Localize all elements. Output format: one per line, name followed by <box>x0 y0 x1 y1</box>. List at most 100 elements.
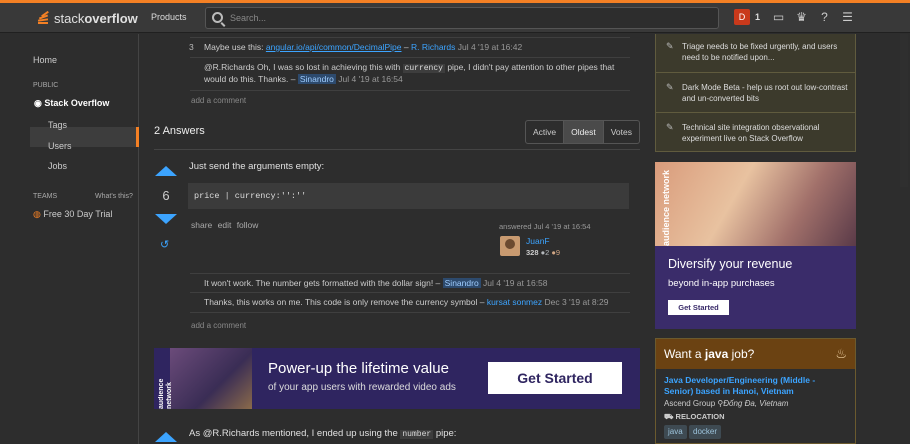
meta-notice[interactable]: ✎ Dark Mode Beta - help us root out low-c… <box>655 72 856 112</box>
comment-time: Dec 3 '19 at 8:29 <box>542 297 609 307</box>
comment-divider <box>190 57 630 58</box>
comment-time: Jul 4 '19 at 16:58 <box>480 278 548 288</box>
ad-banner-cta[interactable]: Get Started <box>488 362 622 394</box>
vote-count: 6 <box>162 188 170 203</box>
downvote-button[interactable] <box>155 214 177 224</box>
answer-user-rep: 328 ●2 ●9 <box>526 248 560 257</box>
nav-active-indicator <box>30 127 139 147</box>
nav-stack-overflow-label: Stack Overflow <box>44 98 110 108</box>
question-comment: @R.Richards Oh, I was so lost in achievi… <box>204 62 630 85</box>
upvote-button[interactable] <box>155 432 177 442</box>
second-answer-text: As @R.Richards mentioned, I ended up usi… <box>189 428 456 439</box>
nav-stack-overflow[interactable]: ◉ Stack Overflow <box>34 98 109 109</box>
tab-active[interactable]: Active <box>526 121 565 143</box>
search-input[interactable]: Search... <box>205 7 719 29</box>
stack-logo-icon <box>36 10 50 26</box>
rep-score: 328 <box>526 248 539 257</box>
upvote-button[interactable] <box>155 166 177 176</box>
tab-votes[interactable]: Votes <box>604 121 639 143</box>
truck-icon: ⛟ <box>664 412 676 421</box>
main-content: 3 Maybe use this: angular.io/api/common/… <box>154 34 641 444</box>
jobs-heading-a: Want a <box>664 347 705 361</box>
comment-link[interactable]: angular.io/api/common/DecimalPipe <box>266 42 402 52</box>
pencil-icon: ✎ <box>666 82 674 92</box>
comment-time: Jul 4 '19 at 16:42 <box>455 42 523 52</box>
user-avatar[interactable]: D <box>734 9 750 25</box>
comment-divider <box>190 90 630 91</box>
ad-banner-subtitle: of your app users with rewarded video ad… <box>268 382 456 393</box>
nav-tags[interactable]: Tags <box>48 120 67 130</box>
site-switcher-icon[interactable]: ☰ <box>841 10 854 24</box>
comment-user[interactable]: R. Richards <box>411 42 455 52</box>
comment-user[interactable]: Sinandro <box>442 278 481 288</box>
answer-user-avatar[interactable] <box>500 236 520 256</box>
user-reputation: 1 <box>755 12 761 22</box>
answer-text: Just send the arguments empty: <box>189 161 325 172</box>
meta-notice[interactable]: ✎ Technical site integration observationa… <box>655 112 856 152</box>
jobs-heading: Want a java job? <box>656 339 855 369</box>
stackoverflow-logo[interactable]: stack overflow <box>36 8 138 28</box>
comment-divider <box>190 312 630 313</box>
whats-this-link[interactable]: What's this? <box>95 193 133 200</box>
tag-docker[interactable]: docker <box>689 425 722 439</box>
pencil-icon: ✎ <box>666 122 674 132</box>
pencil-icon: ✎ <box>666 41 674 51</box>
teams-icon: ◍ <box>33 209 44 219</box>
java-cup-icon: ♨ <box>835 346 847 361</box>
audience-network-logo: audience network <box>158 378 173 409</box>
comment-text: @R.Richards Oh, I was so lost in achievi… <box>204 62 403 72</box>
logo-text-light: stack <box>54 10 85 26</box>
answer-actions[interactable]: share edit follow <box>191 220 258 230</box>
jobs-heading-c: job? <box>728 347 755 361</box>
comment-text: It won't work. The number gets formatted… <box>204 278 443 288</box>
ad-banner[interactable]: audience network Power-up the lifetime v… <box>154 348 640 409</box>
comment-time: Jul 4 '19 at 16:54 <box>335 74 403 84</box>
inbox-icon[interactable]: ▭ <box>772 10 785 24</box>
sidebar-ad-image <box>655 162 856 246</box>
job-relocation: ⛟ RELOCATION <box>664 412 725 422</box>
add-comment-link[interactable]: add a comment <box>191 96 246 105</box>
comment-divider <box>190 37 630 38</box>
answer-comment: It won't work. The number gets formatted… <box>204 278 630 289</box>
search-placeholder: Search... <box>230 13 267 23</box>
inline-code: number <box>400 430 434 439</box>
scrollbar-thumb[interactable] <box>900 34 908 187</box>
jobs-heading-lang: java <box>704 347 729 361</box>
comment-dash: – <box>401 42 411 52</box>
sidebar-ad-title: Diversify your revenue <box>668 257 793 271</box>
nav-public-heading: PUBLIC <box>33 82 59 89</box>
topbar-icons: D 1 ▭ ♛ ? ☰ <box>734 9 864 25</box>
meta-notice[interactable]: ✎ Triage needs to be fixed urgently, and … <box>655 34 856 72</box>
sidebar-ad-cta[interactable]: Get Started <box>668 300 729 315</box>
comment-user[interactable]: kursat sonmez <box>487 297 542 307</box>
nav-users[interactable]: Users <box>48 141 72 151</box>
tab-oldest[interactable]: Oldest <box>564 121 604 143</box>
add-comment-link[interactable]: add a comment <box>191 321 246 330</box>
history-icon[interactable]: ↺ <box>160 238 169 251</box>
nav-home[interactable]: Home <box>33 55 57 65</box>
nav-jobs[interactable]: Jobs <box>48 161 67 171</box>
answered-time: answered Jul 4 '19 at 16:54 <box>499 222 591 231</box>
left-sidebar: Home PUBLIC ◉ Stack Overflow Tags Users … <box>0 34 139 444</box>
tag-java[interactable]: java <box>664 425 687 439</box>
question-comment: Maybe use this: angular.io/api/common/De… <box>204 42 630 53</box>
answer-text-part: As @R.Richards mentioned, I ended up usi… <box>189 428 401 439</box>
job-title-link[interactable]: Java Developer/Engineering (Middle - Sen… <box>664 375 844 397</box>
inline-code: currency <box>402 64 445 73</box>
job-company: Ascend Group ⚲Đống Đa, Vietnam <box>664 399 788 408</box>
notice-text: Technical site integration observational… <box>682 123 820 143</box>
products-link[interactable]: Products <box>151 12 187 22</box>
nav-teams-heading: TEAMS <box>33 193 58 200</box>
sort-tabs: Active Oldest Votes <box>525 120 641 144</box>
audience-network-logo: audience network <box>661 170 671 247</box>
sidebar-ad[interactable]: audience network Diversify your revenue … <box>655 162 856 329</box>
ad-banner-title: Power-up the lifetime value <box>268 360 449 377</box>
bronze-badges: ●9 <box>551 248 561 257</box>
achievements-icon[interactable]: ♛ <box>795 10 808 24</box>
answers-count-heading: 2 Answers <box>154 125 205 137</box>
help-icon[interactable]: ? <box>818 10 831 24</box>
silver-badges: ●2 <box>540 248 550 257</box>
nav-free-trial[interactable]: ◍ Free 30 Day Trial <box>33 209 112 220</box>
comment-user[interactable]: Sinandro <box>297 74 336 84</box>
answer-user-name[interactable]: JuanF <box>526 236 550 246</box>
